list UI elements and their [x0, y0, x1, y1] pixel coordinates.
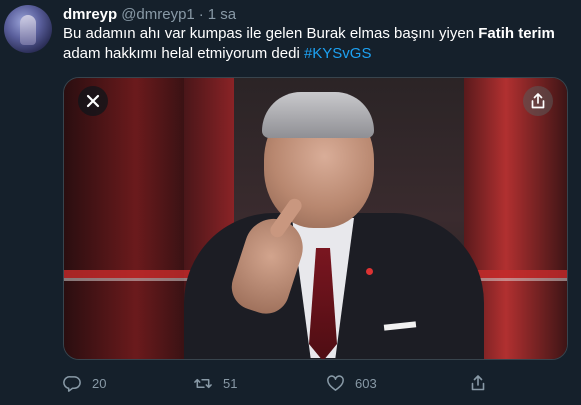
hashtag-link[interactable]: #KYSvGS: [304, 45, 372, 62]
tweet: dmreyp @dmreyp1 · 1 sa Bu adamın ahı var ku…: [0, 0, 581, 405]
lapel-pin: [366, 268, 373, 275]
avatar-figure: [20, 15, 36, 45]
share-tweet-icon: [471, 375, 485, 391]
retweet-button[interactable]: 51: [193, 371, 237, 395]
user-handle[interactable]: @dmreyp1: [121, 6, 195, 23]
tweet-text-part2: adam hakkımı helal etmiyorum dedi: [63, 45, 304, 62]
separator-dot: ·: [198, 6, 204, 23]
tweet-header: dmreyp @dmreyp1 · 1 sa: [63, 5, 236, 25]
tweet-actions: 20 51 603: [63, 371, 533, 395]
reply-button[interactable]: 20: [63, 371, 106, 395]
share-tweet-button[interactable]: [469, 371, 487, 395]
like-count: 603: [355, 375, 377, 391]
reply-count: 20: [92, 375, 107, 391]
tweet-text-part1: Bu adamın ahı var kumpas ile gelen Burak…: [63, 25, 479, 42]
media-person: [64, 78, 567, 359]
tweet-bold-name: Fatih terim: [478, 25, 555, 42]
retweet-count: 51: [223, 375, 238, 391]
close-icon: [86, 94, 100, 108]
tweet-media-image[interactable]: [63, 77, 568, 360]
tweet-text: Bu adamın ahı var kumpas ile gelen Burak…: [63, 24, 563, 64]
display-name[interactable]: dmreyp: [63, 6, 117, 23]
timestamp[interactable]: 1 sa: [208, 6, 236, 23]
share-media-button[interactable]: [523, 86, 553, 116]
share-icon: [531, 93, 545, 109]
like-button[interactable]: 603: [326, 371, 377, 395]
retweet-icon: [194, 378, 212, 388]
reply-icon: [63, 375, 81, 392]
heart-icon: [327, 374, 344, 391]
avatar[interactable]: [4, 5, 52, 53]
person-hair: [262, 92, 374, 138]
close-media-button[interactable]: [78, 86, 108, 116]
